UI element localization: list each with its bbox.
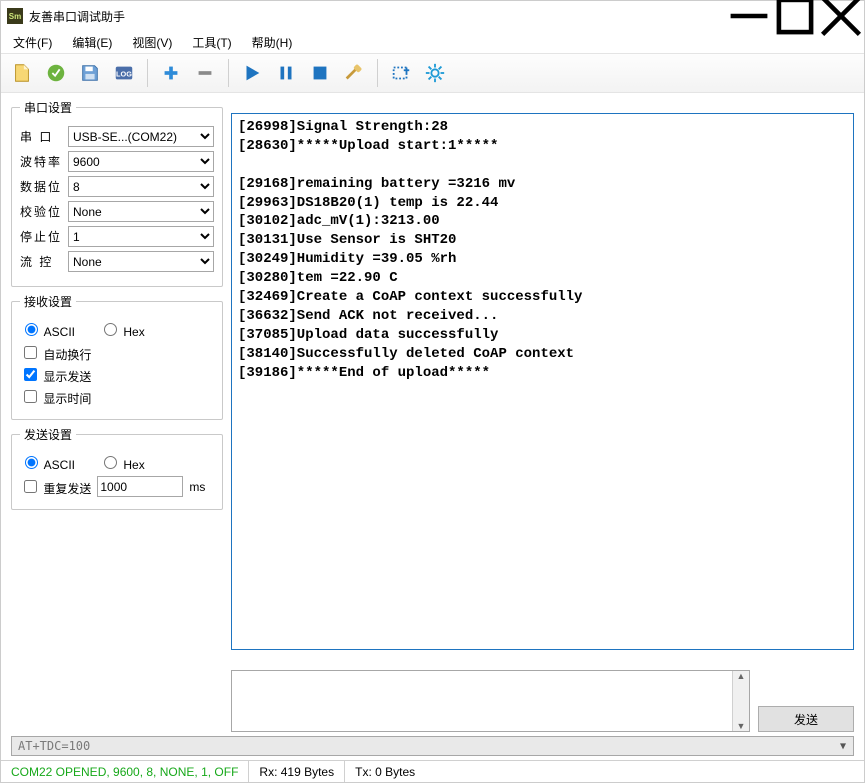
history-combo-text: AT+TDC=100 xyxy=(18,739,90,753)
sidebar: 串口设置 串 口 USB-SE...(COM22) 波特率 9600 数据位 8… xyxy=(1,93,231,736)
menu-file[interactable]: 文件(F) xyxy=(7,32,58,53)
status-tx: Tx: 0 Bytes xyxy=(345,761,864,782)
stopbits-label: 停止位 xyxy=(20,228,62,245)
send-input[interactable] xyxy=(232,671,732,731)
svg-text:LOG: LOG xyxy=(116,70,132,79)
repeat-send-checkbox[interactable]: 重复发送 xyxy=(20,477,91,497)
play-button[interactable] xyxy=(237,58,267,88)
menu-help[interactable]: 帮助(H) xyxy=(246,32,299,53)
send-hex-radio[interactable]: Hex xyxy=(99,453,145,472)
pause-button[interactable] xyxy=(271,58,301,88)
baud-label: 波特率 xyxy=(20,153,62,170)
flow-select[interactable]: None xyxy=(68,251,214,272)
right-column: [26998]Signal Strength:28 [28630]*****Up… xyxy=(231,93,864,736)
auto-wrap-checkbox[interactable]: 自动换行 xyxy=(20,343,91,363)
settings-button[interactable] xyxy=(420,58,450,88)
parity-label: 校验位 xyxy=(20,203,62,220)
toolbar-separator xyxy=(147,59,148,87)
send-row: ▲▼ 发送 xyxy=(231,670,854,732)
add-window-button[interactable] xyxy=(386,58,416,88)
send-input-wrap: ▲▼ xyxy=(231,670,750,732)
port-label: 串 口 xyxy=(20,128,62,145)
menu-view[interactable]: 视图(V) xyxy=(126,32,178,53)
databits-label: 数据位 xyxy=(20,178,62,195)
toolbar-separator xyxy=(228,59,229,87)
clear-button[interactable] xyxy=(339,58,369,88)
history-combo[interactable]: AT+TDC=100 ▼ xyxy=(11,736,854,756)
baud-select[interactable]: 9600 xyxy=(68,151,214,172)
parity-select[interactable]: None xyxy=(68,201,214,222)
recv-settings-group: 接收设置 ASCII Hex 自动换行 显示发送 显示时间 xyxy=(11,293,223,420)
recv-settings-legend: 接收设置 xyxy=(20,293,76,310)
send-scrollbar[interactable]: ▲▼ xyxy=(732,671,749,731)
remove-button[interactable] xyxy=(190,58,220,88)
send-settings-group: 发送设置 ASCII Hex 重复发送 ms xyxy=(11,426,223,510)
show-time-checkbox[interactable]: 显示时间 xyxy=(20,387,91,407)
titlebar: Sm 友善串口调试助手 xyxy=(1,1,864,31)
status-rx: Rx: 419 Bytes xyxy=(249,761,345,782)
show-send-checkbox[interactable]: 显示发送 xyxy=(20,365,91,385)
close-button[interactable] xyxy=(818,1,864,31)
log-button[interactable]: LOG xyxy=(109,58,139,88)
serial-settings-group: 串口设置 串 口 USB-SE...(COM22) 波特率 9600 数据位 8… xyxy=(11,99,223,287)
repeat-unit-label: ms xyxy=(189,480,205,494)
open-button[interactable] xyxy=(41,58,71,88)
send-ascii-radio[interactable]: ASCII xyxy=(20,453,75,472)
toolbar: LOG xyxy=(1,53,864,93)
menu-edit[interactable]: 编辑(E) xyxy=(66,32,118,53)
send-settings-legend: 发送设置 xyxy=(20,426,76,443)
maximize-button[interactable] xyxy=(772,1,818,31)
add-button[interactable] xyxy=(156,58,186,88)
send-button[interactable]: 发送 xyxy=(758,706,854,732)
stop-button[interactable] xyxy=(305,58,335,88)
new-file-button[interactable] xyxy=(7,58,37,88)
menubar: 文件(F) 编辑(E) 视图(V) 工具(T) 帮助(H) xyxy=(1,31,864,53)
minimize-button[interactable] xyxy=(726,1,772,31)
repeat-interval-input[interactable] xyxy=(97,476,183,497)
recv-hex-radio[interactable]: Hex xyxy=(99,320,145,339)
output-textarea[interactable]: [26998]Signal Strength:28 [28630]*****Up… xyxy=(231,113,854,650)
chevron-down-icon: ▼ xyxy=(835,738,851,754)
databits-select[interactable]: 8 xyxy=(68,176,214,197)
port-select[interactable]: USB-SE...(COM22) xyxy=(68,126,214,147)
menu-tools[interactable]: 工具(T) xyxy=(186,32,237,53)
save-button[interactable] xyxy=(75,58,105,88)
flow-label: 流 控 xyxy=(20,253,62,270)
recv-ascii-radio[interactable]: ASCII xyxy=(20,320,75,339)
statusbar: COM22 OPENED, 9600, 8, NONE, 1, OFF Rx: … xyxy=(1,760,864,782)
status-connection: COM22 OPENED, 9600, 8, NONE, 1, OFF xyxy=(1,761,249,782)
serial-settings-legend: 串口设置 xyxy=(20,99,76,116)
main-area: 串口设置 串 口 USB-SE...(COM22) 波特率 9600 数据位 8… xyxy=(1,93,864,736)
window-title: 友善串口调试助手 xyxy=(29,8,125,25)
stopbits-select[interactable]: 1 xyxy=(68,226,214,247)
app-icon: Sm xyxy=(7,8,23,24)
toolbar-separator xyxy=(377,59,378,87)
